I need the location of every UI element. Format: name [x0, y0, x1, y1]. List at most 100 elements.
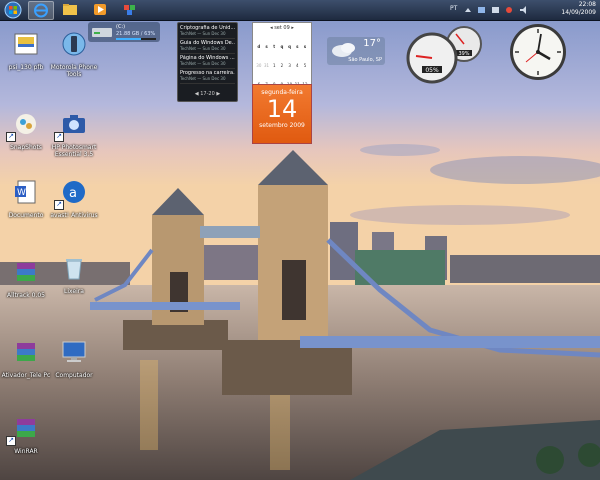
calendar-day-cell[interactable]: 2	[278, 63, 286, 70]
calendar-day-cell[interactable]: 31	[263, 63, 271, 70]
desktop-icon-label: Ativador_Tele Pc	[1, 372, 51, 379]
taskbar-explorer[interactable]	[58, 1, 82, 18]
cloud-icon	[332, 43, 355, 57]
network-icon	[478, 7, 485, 13]
taskbar-media-player[interactable]	[88, 1, 112, 18]
tray-time: 22:08	[578, 1, 596, 8]
windows-logo-icon	[4, 1, 22, 19]
calendar-day-number: 14	[266, 95, 298, 123]
desktop-icon-label: SnapShots	[10, 144, 42, 151]
desktop-icon-label: WinRAR	[14, 448, 38, 455]
winrar-archive-icon	[17, 419, 35, 437]
feed-headlines-gadget[interactable]: Criptografia de Unid... TechNet — Sun De…	[177, 22, 238, 102]
drive-meter-gadget[interactable]: (C:) 21.88 GB / 63%	[88, 22, 160, 42]
feed-item[interactable]: Criptografia de Unid... TechNet — Sun De…	[180, 25, 235, 39]
calendar-day-cell[interactable]: 3	[286, 63, 294, 70]
desktop-icon-label: Computador	[55, 372, 93, 379]
desktop-icon-hp-photosmart[interactable]: ↗ HP Photosmart Essential 3.5	[48, 110, 100, 158]
desktop-icon-winrar[interactable]: ↗ WinRAR	[0, 414, 52, 455]
document-icon: W	[15, 180, 36, 204]
winrar-archive-icon	[17, 263, 35, 281]
desktop-icon-avast[interactable]: a ↗ avast! Antivirus	[48, 178, 100, 219]
drive-detail: 21.88 GB / 63%	[116, 31, 156, 37]
desktop-icon-label: psi_130 pfb	[8, 64, 44, 71]
feed-item[interactable]: Progresso na carreira... TechNet — Sun D…	[180, 70, 235, 84]
desktop-icon-psi[interactable]: psi_130 pfb	[0, 30, 52, 71]
desktop-icon-alltrack[interactable]: Alltrack 0.05	[0, 258, 52, 299]
calendar-day-gadget[interactable]: segunda-feira 14 setembro 2009	[252, 84, 312, 144]
desktop-icon-snapshots[interactable]: ↗ SnapShots	[0, 110, 52, 151]
hard-drive-icon	[92, 28, 112, 37]
media-player-icon	[94, 4, 106, 15]
antivirus-icon: a	[63, 181, 85, 203]
weather-temperature: 17°	[363, 38, 381, 49]
cpu-readout: 05%	[425, 67, 439, 74]
feed-next-icon[interactable]: ▶	[216, 91, 220, 97]
feed-item-source: TechNet — Sun Dec 30	[180, 46, 226, 51]
cpu-meter-gadget[interactable]: 39% 05%	[404, 24, 490, 86]
analog-clock-gadget[interactable]	[508, 22, 568, 82]
weather-gadget[interactable]: 17° São Paulo, SP	[327, 37, 385, 65]
svg-text:a: a	[69, 186, 77, 201]
shortcut-arrow-icon: ↗	[54, 132, 64, 142]
calendar-weekday: q	[288, 44, 292, 49]
feed-item-source: TechNet — Sun Dec 30	[180, 31, 226, 36]
desktop-icon-lixeira[interactable]: Lixeira	[48, 254, 100, 295]
desktop-icon-label: Documento	[8, 212, 44, 219]
feed-item-source: TechNet — Sun Dec 30	[180, 61, 226, 66]
folder-icon	[16, 114, 36, 134]
phone-app-icon	[62, 32, 86, 56]
calendar-month-gadget[interactable]: ◂ set 09 ▸ dstqqss3031123456789101112131…	[252, 22, 312, 144]
calendar-day-cell[interactable]: 1	[270, 63, 278, 70]
taskbar-paint[interactable]	[118, 1, 142, 18]
paint-icon	[124, 5, 135, 15]
antivirus-tray-icon	[506, 7, 512, 13]
volume-icon	[520, 6, 526, 14]
drive-label: (C:)	[116, 24, 126, 30]
svg-text:W: W	[17, 188, 26, 198]
taskbar: PT 22:08 14/09/2009	[0, 0, 600, 21]
folder-icon	[63, 4, 77, 15]
weather-city: São Paulo, SP	[348, 57, 382, 63]
calendar-day-cell[interactable]: 4	[293, 63, 301, 70]
internet-explorer-icon	[34, 3, 48, 18]
feed-item[interactable]: Página do Windows ... TechNet — Sun Dec …	[180, 55, 235, 69]
taskbar-internet-explorer[interactable]	[28, 1, 54, 20]
calendar-weekday: s	[296, 44, 299, 49]
feed-item[interactable]: Guia do Windows De... TechNet — Sun Dec …	[180, 40, 235, 54]
calendar-next-icon[interactable]: ▸	[290, 25, 294, 31]
tray-icons[interactable]	[464, 6, 534, 14]
calendar-day-cell[interactable]: 30	[255, 63, 263, 70]
desktop-icon-ativador[interactable]: Ativador_Tele Pc	[0, 338, 52, 379]
tray-clock[interactable]: 22:08 14/09/2009	[561, 1, 596, 17]
calendar-weekday: s	[303, 44, 307, 49]
desktop-icon-label: avast! Antivirus	[50, 212, 98, 219]
feed-pager: ◀ 17-20 ▶	[180, 91, 235, 99]
shortcut-arrow-icon: ↗	[6, 132, 16, 142]
drive-usage-bar	[116, 38, 156, 40]
desktop-icon-documento[interactable]: W Documento	[0, 178, 52, 219]
start-button[interactable]	[2, 1, 24, 19]
ram-readout: 39%	[458, 51, 469, 57]
feed-page-range: 17-20	[200, 91, 215, 97]
desktop-icon-label: Motorola Phone Tools	[50, 64, 98, 78]
calendar-month-header: ◂ set 09 ▸	[253, 25, 311, 31]
desktop-icon-label: Lixeira	[64, 288, 84, 295]
desktop-icon-computador[interactable]: Computador	[48, 338, 100, 379]
camera-app-icon	[63, 115, 85, 133]
language-indicator[interactable]: PT	[450, 5, 457, 12]
recycle-bin-icon	[66, 259, 82, 280]
tray-date: 14/09/2009	[561, 9, 596, 16]
calendar-weekday: t	[273, 44, 276, 49]
shortcut-arrow-icon: ↗	[54, 200, 64, 210]
feed-item-source: TechNet — Sun Dec 30	[180, 76, 226, 81]
calendar-weekday: d	[257, 44, 261, 49]
desktop-icon-label: HP Photosmart Essential 3.5	[51, 144, 97, 158]
calendar-weekday: s	[265, 44, 268, 49]
winrar-archive-icon	[17, 343, 35, 361]
computer-icon	[62, 341, 86, 362]
calendar-month-year: setembro 2009	[259, 122, 305, 129]
calendar-day-cell[interactable]: 5	[301, 63, 309, 70]
system-tray: PT 22:08 14/09/2009	[450, 0, 600, 20]
desktop-icon-label: Alltrack 0.05	[7, 292, 45, 299]
